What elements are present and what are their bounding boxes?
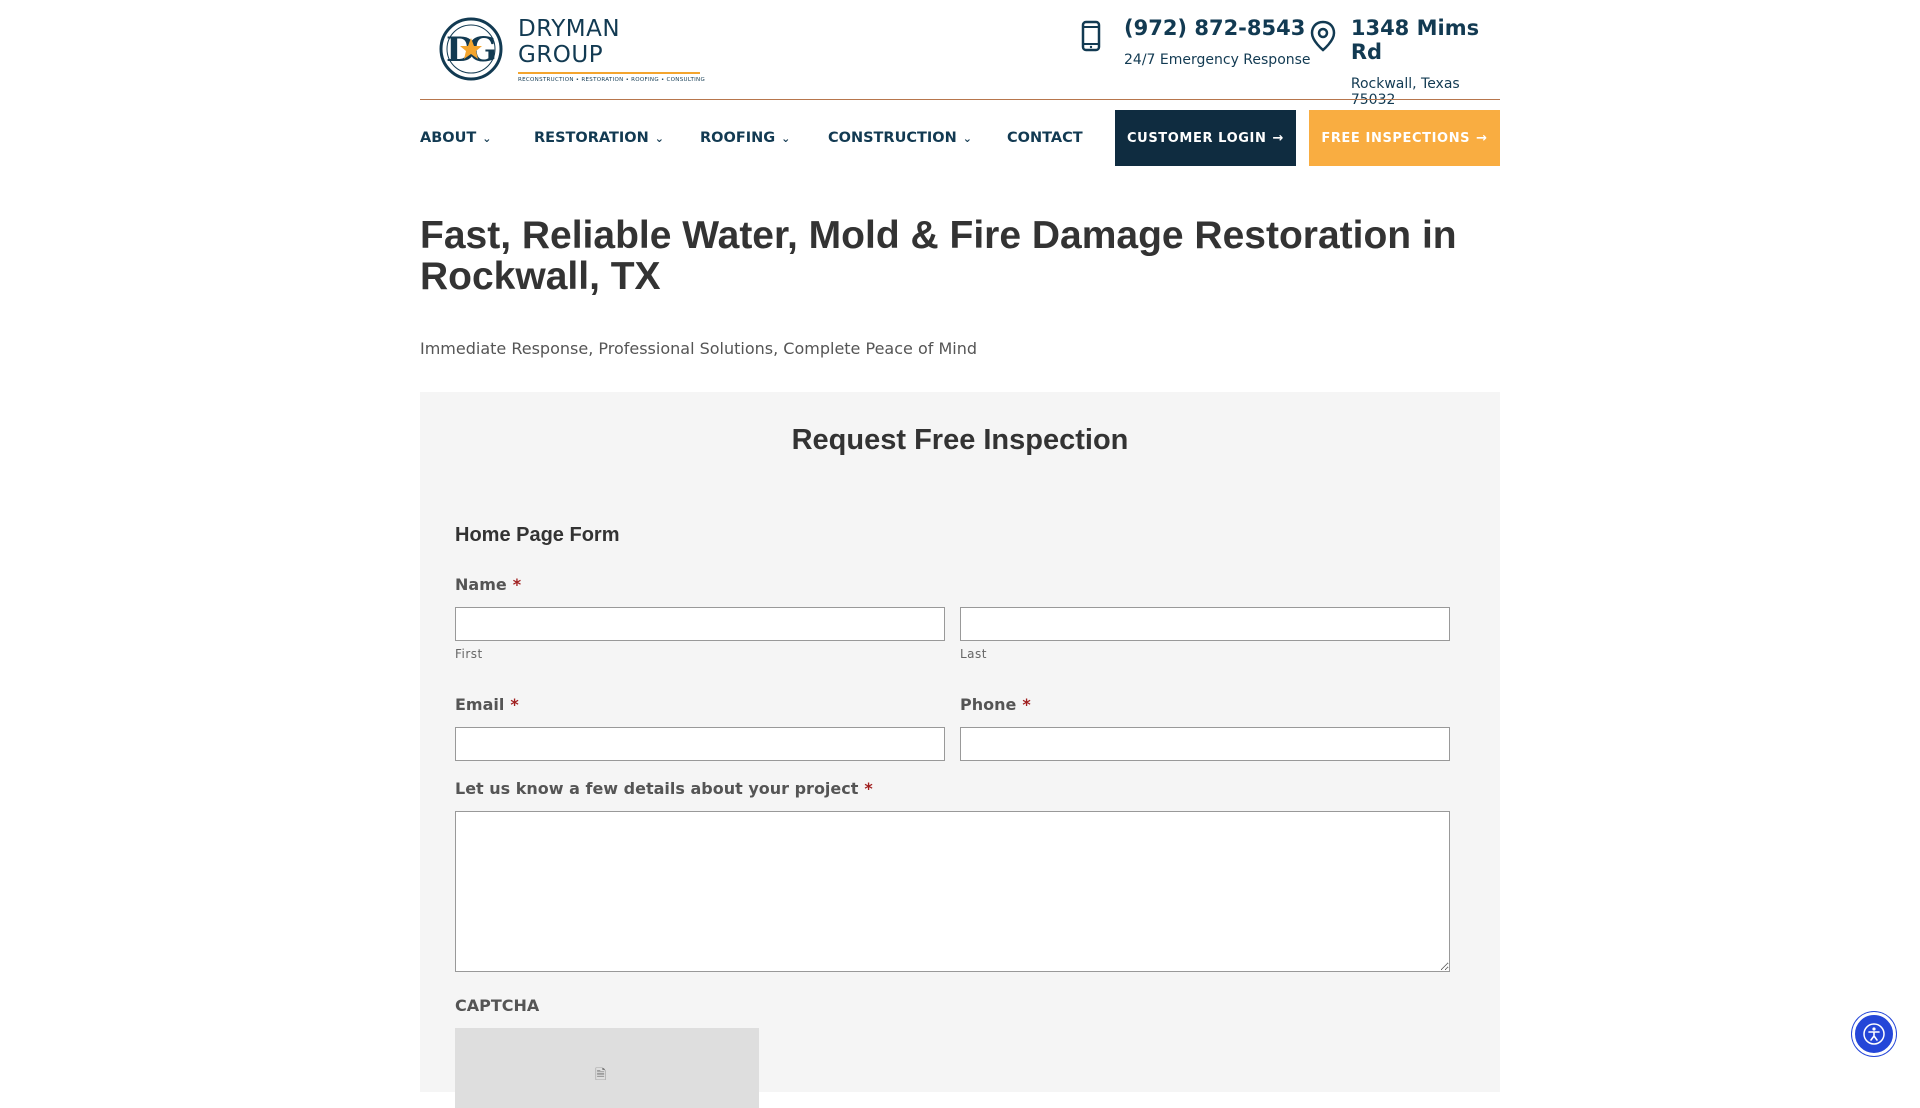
captcha-label: CAPTCHA	[455, 996, 540, 1015]
nav-item-roofing[interactable]: ROOFING ⌄	[700, 110, 790, 166]
details-label: Let us know a few details about your pro…	[455, 779, 873, 798]
name-label: Name *	[455, 575, 521, 594]
name-label-text: Name	[455, 575, 507, 594]
first-name-input[interactable]	[455, 607, 945, 641]
details-label-text: Let us know a few details about your pro…	[455, 779, 859, 798]
free-inspections-button[interactable]: FREE INSPECTIONS →	[1309, 110, 1500, 166]
required-mark: *	[512, 575, 522, 594]
project-details-textarea[interactable]	[455, 811, 1450, 972]
phone-subtext: 24/7 Emergency Response	[1124, 52, 1311, 68]
accessibility-icon	[1863, 1023, 1885, 1045]
phone-label-text: Phone	[960, 695, 1017, 714]
address-line2: Rockwall, Texas 75032	[1350, 76, 1460, 108]
header-phone[interactable]: (972) 872-8543 24/7 Emergency Response	[1080, 16, 1311, 68]
free-inspections-label: FREE INSPECTIONS	[1321, 130, 1471, 146]
nav-item-label: RESTORATION	[534, 130, 649, 146]
dg-monogram-icon: D G	[439, 17, 503, 81]
logo-name: DRYMAN GROUP	[518, 15, 621, 68]
nav-item-contact[interactable]: CONTACT	[1007, 110, 1083, 166]
logo-text: DRYMAN GROUP RECONSTRUCTION • RESTORATIO…	[518, 16, 711, 83]
customer-login-label: CUSTOMER LOGIN	[1127, 130, 1267, 146]
captcha-widget[interactable]: 🗎	[455, 1028, 759, 1108]
inspection-form-panel: Request Free Inspection Home Page Form N…	[420, 392, 1500, 1108]
chevron-down-icon: ⌄	[482, 131, 492, 145]
header-address[interactable]: 1348 Mims Rd Rockwall, Texas 75032	[1310, 16, 1500, 108]
nav-item-construction[interactable]: CONSTRUCTION ⌄	[828, 110, 972, 166]
nav-item-label: CONTACT	[1007, 130, 1083, 146]
accessibility-button[interactable]	[1852, 1012, 1896, 1056]
page-subtitle: Immediate Response, Professional Solutio…	[420, 339, 977, 358]
required-mark: *	[510, 695, 519, 714]
arrow-right-icon: →	[1476, 130, 1488, 146]
logo-tagline: RECONSTRUCTION • RESTORATION • ROOFING •…	[518, 76, 706, 83]
form-title: Home Page Form	[455, 524, 620, 546]
phone-label: Phone *	[960, 695, 1031, 714]
phone-icon	[1080, 16, 1110, 68]
chevron-down-icon: ⌄	[781, 131, 791, 145]
first-sublabel: First	[455, 647, 483, 661]
last-name-input[interactable]	[960, 607, 1450, 641]
nav-item-about[interactable]: ABOUT ⌄	[420, 110, 491, 166]
phone-number[interactable]: (972) 872-8543	[1124, 16, 1311, 40]
header-divider	[420, 99, 1500, 100]
nav-item-label: CONSTRUCTION	[828, 130, 957, 146]
required-mark: *	[1022, 695, 1031, 714]
email-label: Email *	[455, 695, 519, 714]
page-title: Fast, Reliable Water, Mold & Fire Damage…	[420, 214, 1457, 298]
required-mark: *	[864, 779, 873, 798]
site-logo[interactable]: D G DRYMAN GROUP RECONSTRUCTION • RESTOR…	[436, 16, 711, 83]
document-icon: 🗎	[595, 1067, 607, 1083]
nav-item-label: ABOUT	[420, 130, 477, 146]
arrow-right-icon: →	[1272, 130, 1284, 146]
map-pin-icon	[1310, 16, 1337, 108]
main-nav: ABOUT ⌄ RESTORATION ⌄ ROOFING ⌄ CONSTRUC…	[420, 110, 1500, 166]
form-panel-title: Request Free Inspection	[791, 424, 1129, 456]
nav-item-restoration[interactable]: RESTORATION ⌄	[534, 110, 664, 166]
phone-input[interactable]	[960, 727, 1450, 761]
email-input[interactable]	[455, 727, 945, 761]
address-line1: 1348 Mims Rd	[1350, 16, 1480, 64]
chevron-down-icon: ⌄	[654, 131, 664, 145]
nav-item-label: ROOFING	[700, 130, 776, 146]
last-sublabel: Last	[960, 647, 987, 661]
chevron-down-icon: ⌄	[962, 131, 972, 145]
logo-divider	[518, 71, 700, 74]
customer-login-button[interactable]: CUSTOMER LOGIN →	[1115, 110, 1296, 166]
email-label-text: Email	[455, 695, 505, 714]
